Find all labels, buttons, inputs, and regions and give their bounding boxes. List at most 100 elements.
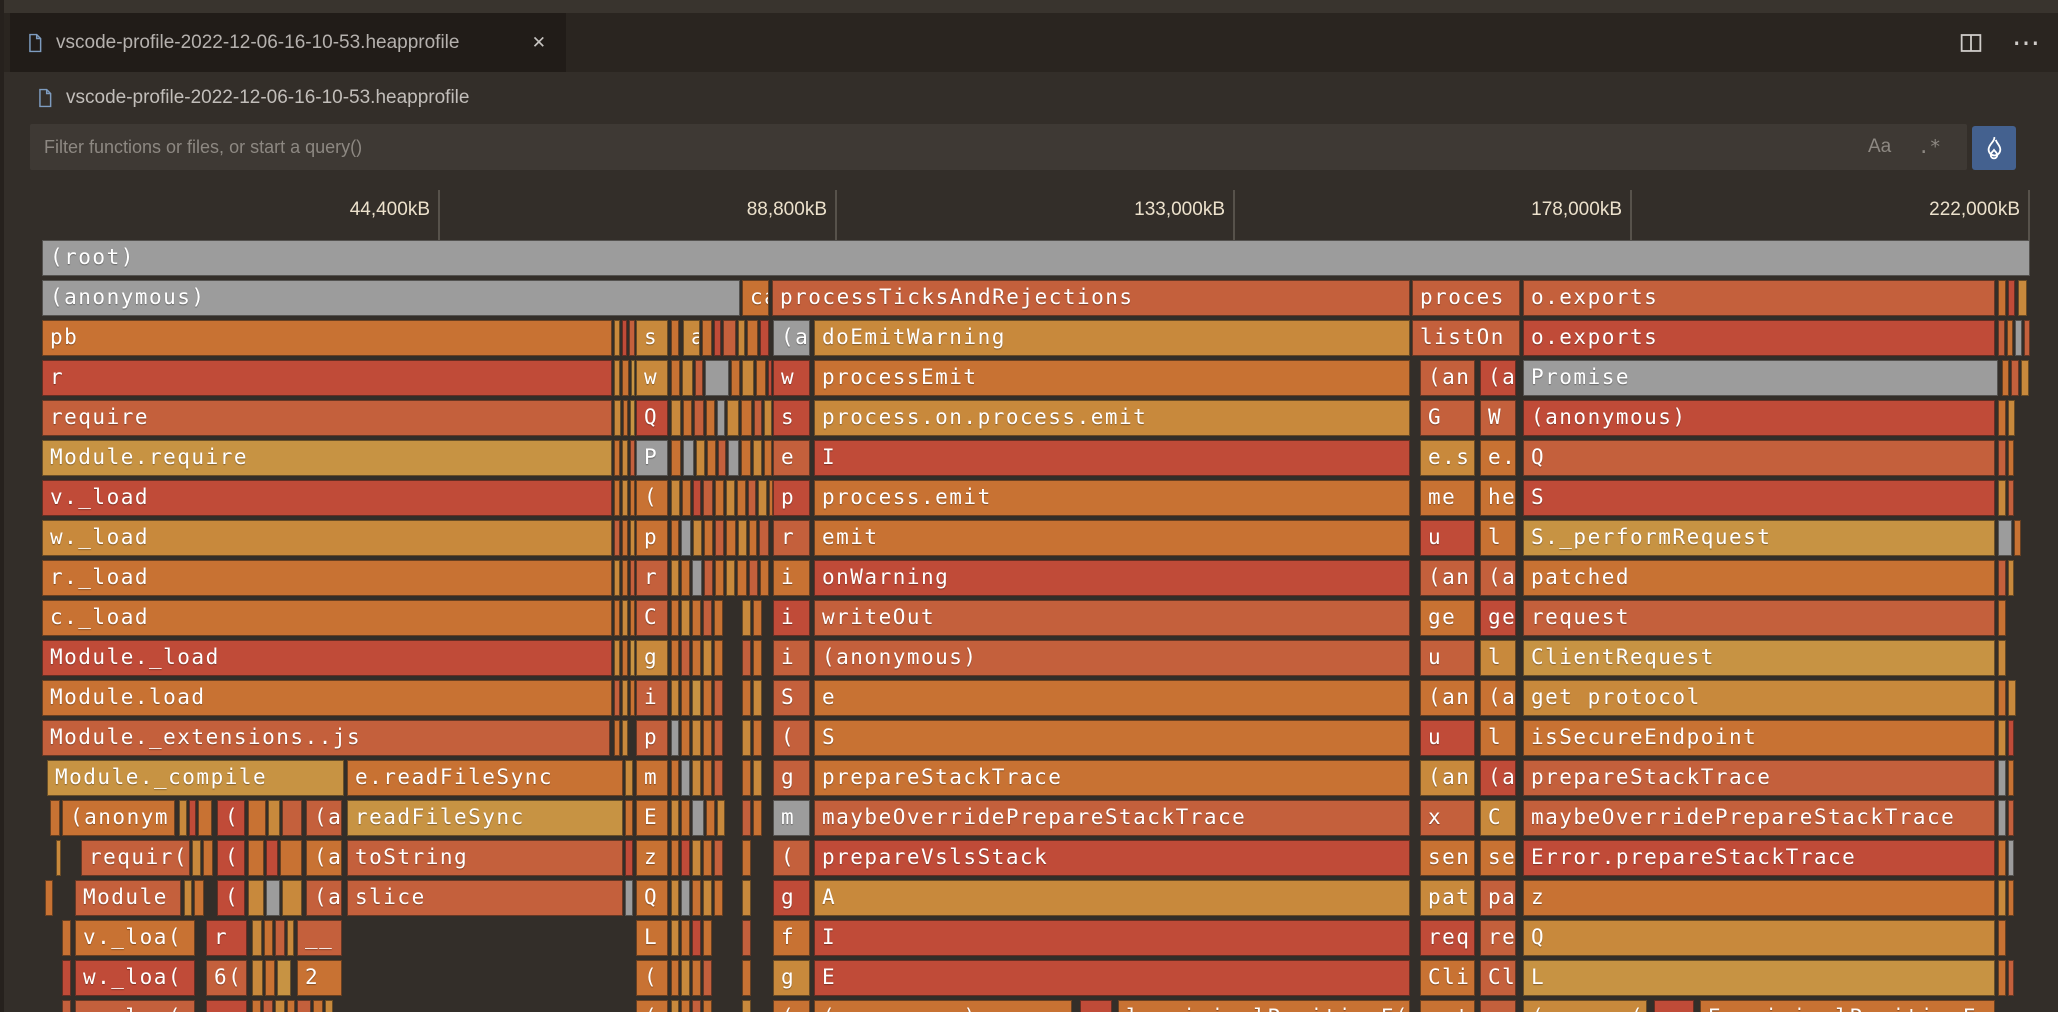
flame-cell[interactable] xyxy=(742,840,751,876)
flame-cell[interactable] xyxy=(625,760,633,796)
flame-cell[interactable]: maybeOverridePrepareStackTrace xyxy=(814,800,1410,836)
flame-cell[interactable]: ( xyxy=(217,880,245,916)
flame-cell[interactable] xyxy=(203,840,213,876)
flame-cell[interactable] xyxy=(630,640,635,676)
flame-cell[interactable]: g xyxy=(773,760,810,796)
flame-cell[interactable] xyxy=(714,840,723,876)
flame-cell[interactable]: ( xyxy=(773,1000,810,1012)
flame-cell[interactable]: readFileSync xyxy=(347,800,623,836)
flame-cell[interactable] xyxy=(731,360,740,396)
flame-cell[interactable] xyxy=(738,520,747,556)
flame-cell[interactable]: Promise xyxy=(1523,360,1998,396)
flame-cell[interactable] xyxy=(192,840,201,876)
flame-cell[interactable] xyxy=(2008,800,2014,836)
flame-cell[interactable] xyxy=(717,800,725,836)
flame-cell[interactable] xyxy=(747,320,758,356)
flame-cell[interactable] xyxy=(694,400,704,436)
flame-cell[interactable] xyxy=(727,400,739,436)
flame-cell[interactable]: Module._load xyxy=(42,640,612,676)
breadcrumb[interactable]: vscode-profile-2022-12-06-16-10-53.heapp… xyxy=(0,72,2058,124)
flame-cell[interactable] xyxy=(622,560,628,596)
flame-cell[interactable] xyxy=(614,360,620,396)
flame-cell[interactable]: ( xyxy=(636,480,668,516)
flame-cell[interactable]: doEmitWarning xyxy=(814,320,1410,356)
flame-cell[interactable] xyxy=(614,560,620,596)
flame-cell[interactable]: me xyxy=(1420,480,1475,516)
flame-cell[interactable] xyxy=(714,600,723,636)
flame-cell[interactable] xyxy=(715,520,724,556)
flame-cell[interactable] xyxy=(671,840,679,876)
flame-cell[interactable]: w xyxy=(773,360,810,396)
flame-cell[interactable] xyxy=(682,480,691,516)
flame-cell[interactable]: maybeOverridePrepareStackTrace xyxy=(1523,800,1995,836)
flame-cell[interactable]: (anonymous) xyxy=(814,1000,1072,1012)
flame-cell[interactable] xyxy=(764,440,772,476)
flame-cell[interactable] xyxy=(2008,680,2016,716)
flame-cell[interactable]: p xyxy=(636,520,668,556)
flame-cell[interactable] xyxy=(263,1000,273,1012)
flame-cell[interactable] xyxy=(1998,960,2006,996)
flame-cell[interactable]: l xyxy=(1480,720,1516,756)
flame-cell[interactable] xyxy=(671,480,680,516)
flame-cell[interactable]: ge xyxy=(1420,600,1475,636)
flame-cell[interactable]: s xyxy=(636,320,668,356)
flame-cell[interactable] xyxy=(703,880,712,916)
flame-cell[interactable]: u xyxy=(1420,520,1475,556)
flame-cell[interactable] xyxy=(742,920,751,956)
flame-cell[interactable]: S xyxy=(814,720,1410,756)
flame-cell[interactable]: 6( xyxy=(206,960,247,996)
flame-cell[interactable] xyxy=(707,440,716,476)
flame-cell[interactable]: w._load xyxy=(42,520,612,556)
flame-cell[interactable] xyxy=(715,560,724,596)
flame-cell[interactable] xyxy=(280,840,302,876)
flame-cell[interactable] xyxy=(671,520,679,556)
close-tab-icon[interactable]: ✕ xyxy=(528,31,550,55)
flame-cell[interactable] xyxy=(614,640,620,676)
flame-cell[interactable] xyxy=(1998,400,2006,436)
flame-cell[interactable] xyxy=(2021,360,2029,396)
flame-cell[interactable]: writeOut xyxy=(814,600,1410,636)
flame-cell[interactable] xyxy=(737,480,746,516)
flame-cell[interactable]: G xyxy=(1420,400,1475,436)
flame-cell[interactable]: L xyxy=(636,920,668,956)
flame-cell[interactable]: Error.prepareStackTrace xyxy=(1523,840,1995,876)
flame-cell[interactable] xyxy=(297,1000,311,1012)
flame-cell[interactable] xyxy=(622,440,628,476)
flame-cell[interactable] xyxy=(742,680,751,716)
flame-cell[interactable] xyxy=(2015,320,2022,356)
flame-cell[interactable] xyxy=(693,520,702,556)
flame-cell[interactable]: S._performRequest xyxy=(1523,520,1995,556)
flame-cell[interactable] xyxy=(681,720,690,756)
flame-cell[interactable] xyxy=(681,560,690,596)
flame-cell[interactable]: I xyxy=(814,440,1410,476)
flame-cell[interactable]: listOn xyxy=(1412,320,1520,356)
flame-cell[interactable] xyxy=(705,360,729,396)
flame-cell[interactable] xyxy=(742,360,754,396)
flame-cell[interactable] xyxy=(671,640,679,676)
flame-cell[interactable] xyxy=(2008,280,2015,316)
flame-cell[interactable] xyxy=(692,560,702,596)
flame-cell[interactable] xyxy=(671,1000,679,1012)
flame-cell[interactable] xyxy=(2008,960,2014,996)
flame-cell[interactable]: S xyxy=(1523,480,1995,516)
flame-cell[interactable] xyxy=(1998,520,2012,556)
flame-cell[interactable] xyxy=(198,800,212,836)
flame-cell[interactable] xyxy=(630,440,635,476)
flame-cell[interactable] xyxy=(2008,880,2014,916)
flame-cell[interactable] xyxy=(726,480,735,516)
flame-cell[interactable]: u xyxy=(1420,720,1475,756)
flame-cell[interactable] xyxy=(742,720,751,756)
flame-cell[interactable] xyxy=(671,560,679,596)
flame-cell[interactable] xyxy=(266,840,278,876)
flame-cell[interactable] xyxy=(742,880,751,916)
flame-cell[interactable] xyxy=(2007,320,2013,356)
flame-cell[interactable]: s xyxy=(773,400,810,436)
flame-cell[interactable]: (an xyxy=(1420,360,1475,396)
flame-cell[interactable] xyxy=(630,520,635,556)
flame-cell[interactable] xyxy=(692,960,701,996)
flame-cell[interactable]: (anonymous) xyxy=(1523,400,1995,436)
flame-cell[interactable] xyxy=(681,600,690,636)
flame-cell[interactable]: C xyxy=(636,600,668,636)
flame-cell[interactable]: r._loa( xyxy=(75,1000,195,1012)
flame-cell[interactable] xyxy=(630,560,635,596)
